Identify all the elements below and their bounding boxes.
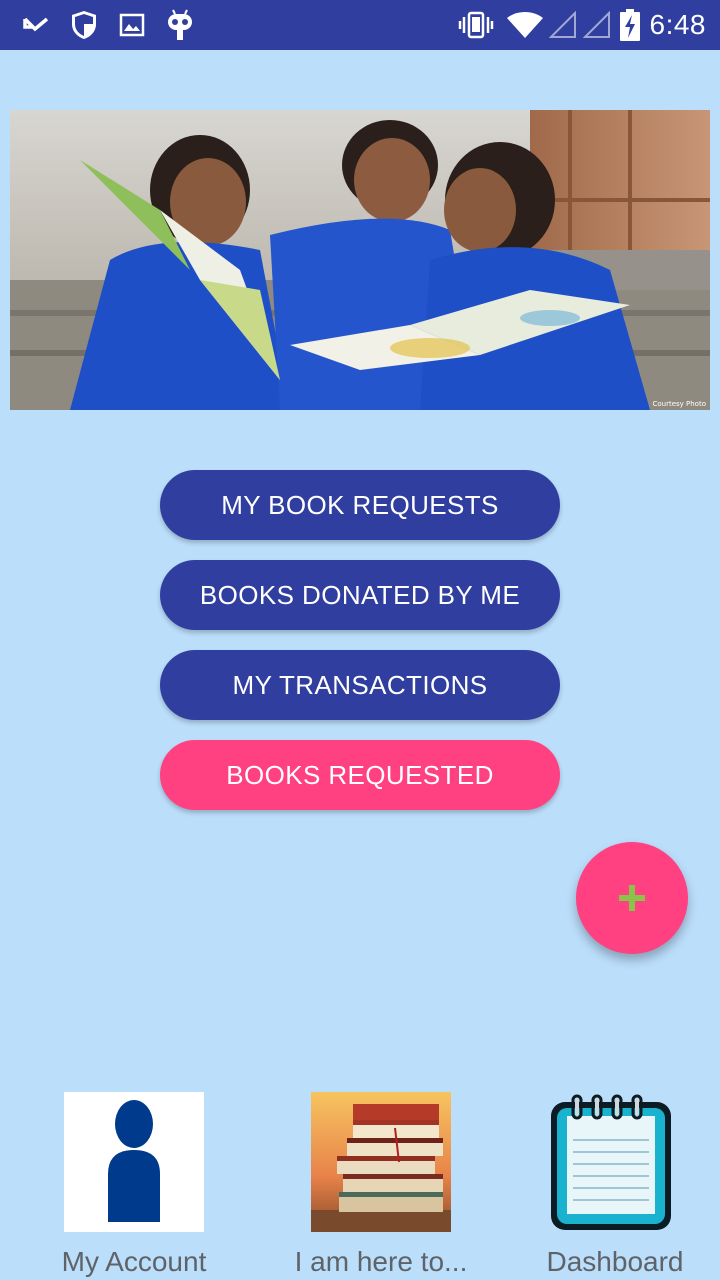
image-icon — [118, 0, 146, 50]
account-avatar-icon — [64, 1092, 204, 1232]
my-book-requests-button[interactable]: MY BOOK REQUESTS — [160, 470, 560, 540]
battery-charging-icon — [618, 0, 642, 50]
signal-icon — [548, 0, 578, 50]
android-debug-icon — [164, 0, 196, 50]
my-account-nav-item[interactable]: My Account — [34, 1092, 234, 1278]
signal-icon — [582, 0, 612, 50]
my-transactions-button[interactable]: MY TRANSACTIONS — [160, 650, 560, 720]
my-account-label: My Account — [61, 1246, 207, 1277]
notepad-icon — [545, 1092, 685, 1232]
plus-icon — [619, 885, 645, 911]
add-fab-button[interactable] — [576, 842, 688, 954]
books-stack-icon — [311, 1092, 451, 1232]
books-requested-button[interactable]: BOOKS REQUESTED — [160, 740, 560, 810]
wifi-icon — [504, 0, 546, 50]
dashboard-label: Dashboard — [546, 1246, 684, 1277]
shield-icon — [68, 0, 100, 50]
donate-label: I am here to... — [294, 1246, 468, 1277]
dashboard-nav-item[interactable]: Dashboard — [530, 1092, 700, 1278]
status-bar: 6:48 — [0, 0, 720, 50]
hero-courtesy-caption: Courtesy Photo — [652, 400, 706, 408]
status-clock: 6:48 — [649, 9, 706, 40]
missed-call-icon — [18, 0, 54, 50]
hero-image: Courtesy Photo — [10, 110, 710, 410]
books-donated-by-me-button[interactable]: BOOKS DONATED BY ME — [160, 560, 560, 630]
action-buttons: MY BOOK REQUESTS BOOKS DONATED BY ME MY … — [160, 470, 560, 830]
vibrate-icon — [458, 0, 494, 50]
donate-nav-item[interactable]: I am here to... — [276, 1092, 486, 1278]
